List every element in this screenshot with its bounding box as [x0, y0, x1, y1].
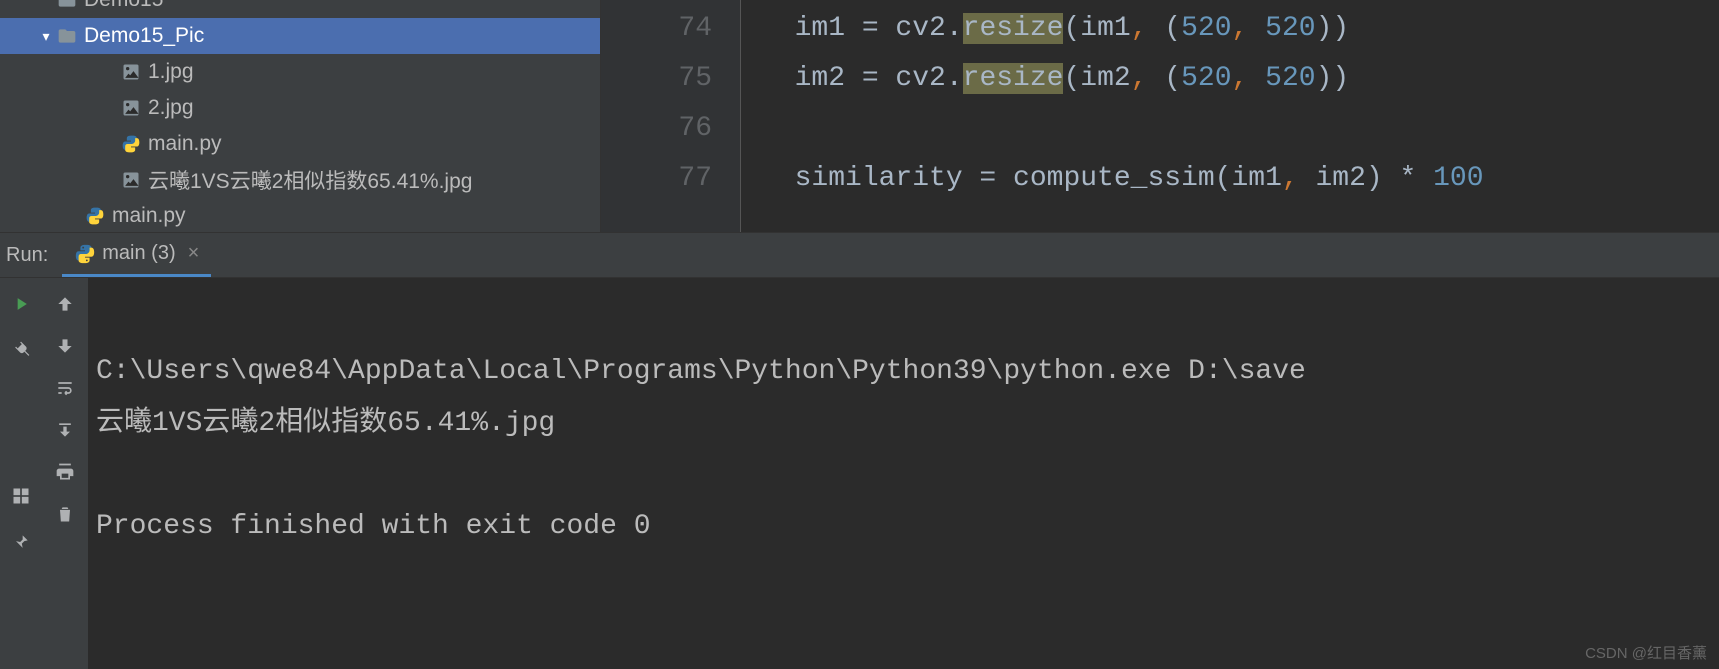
image-icon [120, 169, 142, 191]
run-tool-column-2 [42, 278, 88, 669]
project-tree[interactable]: Demo15 ▾ Demo15_Pic 1.jpg 2.jpg main.py 云曦1VS云… [0, 0, 600, 232]
py-icon [120, 133, 142, 155]
folder-icon [56, 25, 78, 47]
console-line: 云曦1VS云曦2相似指数65.41%.jpg [96, 408, 555, 439]
tree-item-label: Demo15_Pic [84, 24, 204, 48]
tree-item[interactable]: Demo15 [0, 0, 600, 18]
trash-icon[interactable] [49, 498, 81, 530]
console-line: C:\Users\qwe84\AppData\Local\Programs\Py… [96, 356, 1306, 387]
soft-wrap-icon[interactable] [49, 372, 81, 404]
code-line-75[interactable]: im2 = cv2.resize(im2, (520, 520)) [761, 54, 1484, 104]
tree-item[interactable]: 2.jpg [0, 90, 600, 126]
layout-icon[interactable] [5, 480, 37, 512]
code-area[interactable]: im1 = cv2.resize(im1, (520, 520)) im2 = … [741, 0, 1484, 232]
python-icon [74, 243, 96, 265]
tree-item[interactable]: main.py [0, 198, 600, 232]
run-toolbar: Run: main (3) × [0, 232, 1719, 278]
close-icon[interactable]: × [188, 242, 200, 265]
tree-item-label: main.py [148, 132, 222, 156]
settings-icon[interactable] [5, 334, 37, 366]
tree-arrow-icon[interactable]: ▾ [36, 28, 56, 45]
scroll-to-end-icon[interactable] [49, 414, 81, 446]
tree-item-label: 2.jpg [148, 96, 194, 120]
left-tool-strip [0, 480, 42, 558]
tree-item-label: 1.jpg [148, 60, 194, 84]
code-editor[interactable]: 74 75 76 77 im1 = cv2.resize(im1, (520, … [600, 0, 1719, 232]
image-icon [120, 61, 142, 83]
code-line-77[interactable]: similarity = compute_ssim(im1, im2) * 10… [761, 154, 1484, 204]
tree-item[interactable]: ▾ Demo15_Pic [0, 18, 600, 54]
print-icon[interactable] [49, 456, 81, 488]
run-tab-main[interactable]: main (3) × [62, 233, 211, 277]
tree-item[interactable]: 1.jpg [0, 54, 600, 90]
py-icon [84, 205, 106, 227]
watermark-text: CSDN @红目香薰 [1585, 642, 1707, 663]
run-tab-label: main (3) [102, 242, 175, 265]
code-line-76[interactable] [761, 104, 1484, 154]
tree-item[interactable]: 云曦1VS云曦2相似指数65.41%.jpg [0, 162, 600, 198]
run-tool-column-1 [0, 278, 42, 669]
down-arrow-icon[interactable] [49, 330, 81, 362]
tree-item[interactable]: main.py [0, 126, 600, 162]
editor-gutter: 74 75 76 77 [601, 0, 741, 232]
pin-icon[interactable] [5, 526, 37, 558]
image-icon [120, 97, 142, 119]
tree-item-label: main.py [112, 204, 186, 228]
rerun-button[interactable] [5, 288, 37, 320]
run-label: Run: [0, 244, 62, 267]
folder-icon [56, 0, 78, 11]
up-arrow-icon[interactable] [49, 288, 81, 320]
console-output[interactable]: C:\Users\qwe84\AppData\Local\Programs\Py… [88, 278, 1719, 669]
tree-item-label: 云曦1VS云曦2相似指数65.41%.jpg [148, 165, 472, 195]
tree-item-label: Demo15 [84, 0, 163, 12]
code-line-74[interactable]: im1 = cv2.resize(im1, (520, 520)) [761, 4, 1484, 54]
console-line: Process finished with exit code 0 [96, 511, 651, 542]
